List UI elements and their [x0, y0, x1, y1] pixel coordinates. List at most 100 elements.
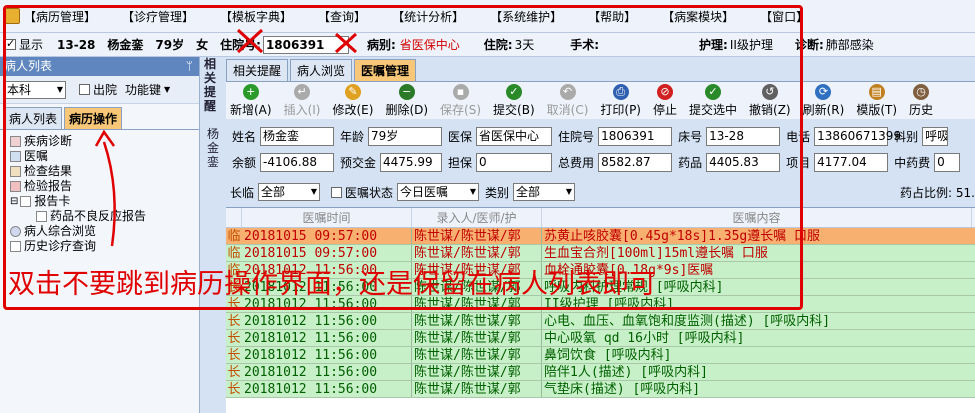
- toolbar-button[interactable]: − 删除(D): [385, 82, 428, 118]
- table-row[interactable]: 长 20181012 11:56:00 陈世谋/陈世谋/郭 气垫床(描述) [呼吸内科…: [226, 381, 975, 398]
- function-key-button[interactable]: 功能键: [125, 81, 161, 98]
- table-cell: 临: [227, 246, 241, 261]
- toolbar-button[interactable]: ✓ 提交选中: [689, 82, 737, 118]
- tab-patient-list[interactable]: 病人列表: [4, 107, 63, 129]
- header-time[interactable]: 医嘱时间: [242, 208, 412, 227]
- long-temp-select[interactable]: 全部: [258, 183, 321, 201]
- tree-item[interactable]: 检验报告: [10, 179, 199, 194]
- toolbar-icon: +: [242, 84, 259, 100]
- toolbar-label: 模版(T): [856, 103, 898, 117]
- tree-item[interactable]: 疾病诊断: [10, 134, 199, 149]
- toolbar-button[interactable]: ◷ 历史: [909, 82, 933, 118]
- discharge-checkbox[interactable]: [79, 84, 90, 95]
- table-row[interactable]: 临 20181012 11:56:00 陈世谋/陈世谋/郭 血栓通胶囊[0.18g*9…: [226, 262, 975, 279]
- table-cell: 呼吸内科护理常规 [呼吸内科]: [544, 280, 724, 295]
- toolbar-icon: ▤: [868, 84, 885, 100]
- balance-field[interactable]: -4106.88: [260, 152, 335, 172]
- order-status-select[interactable]: 今日医嘱: [397, 183, 480, 201]
- tab-reminders[interactable]: 相关提醒: [226, 59, 289, 81]
- tab-patient-browse[interactable]: 病人浏览: [290, 59, 353, 81]
- table-row[interactable]: 临 20181015 09:57:00 陈世谋/陈世谋/郭 苏黄止咳胶囊[0.45g*…: [226, 228, 975, 245]
- filter-label: 类别: [485, 185, 510, 200]
- toolbar-button[interactable]: ⟳ 刷新(R): [803, 82, 844, 118]
- menu-case-module[interactable]: 【病案模块】: [662, 8, 734, 25]
- order-toolbar: + 新增(A) ↵ 插入(I) ✎ 修改(E) − 删除(D) ▪ 保存(S) ✓ 提交(B) ↶ 取消(…: [226, 81, 975, 119]
- collapse-icon[interactable]: ⊟: [10, 194, 18, 209]
- guarantee-field[interactable]: 0: [476, 152, 553, 172]
- menu-help[interactable]: 【帮助】: [588, 8, 636, 25]
- toolbar-button[interactable]: ▪ 保存(S): [440, 82, 481, 118]
- prepayment-field[interactable]: 4475.99: [380, 152, 443, 172]
- toolbar-icon: ✎: [344, 84, 361, 100]
- menu-system[interactable]: 【系统维护】: [490, 8, 562, 25]
- tree-item[interactable]: 历史诊疗查询: [10, 239, 199, 254]
- form-label: 余额: [232, 155, 257, 170]
- drug-cost-field[interactable]: 4405.83: [706, 152, 781, 172]
- toolbar-button[interactable]: ▤ 模版(T): [856, 82, 897, 118]
- insurance-field[interactable]: 省医保中心: [476, 126, 553, 146]
- tree-item[interactable]: 药品不良反应报告: [10, 209, 199, 224]
- toolbar-label: 删除(D): [385, 103, 429, 117]
- toolbar-button[interactable]: ⊘ 停止: [653, 82, 677, 118]
- toolbar-button[interactable]: ✎ 修改(E): [332, 82, 373, 118]
- reminder-side-label[interactable]: 相关提醒: [204, 57, 220, 113]
- table-row[interactable]: 临 20181015 09:57:00 陈世谋/陈世谋/郭 生血宝合剂[100ml]1…: [226, 245, 975, 262]
- toolbar-button[interactable]: ↶ 取消(C): [547, 82, 588, 118]
- header-content[interactable]: 医嘱内容: [542, 208, 972, 227]
- department-field[interactable]: 呼吸: [922, 126, 949, 146]
- toolbar-button[interactable]: ↵ 插入(I): [284, 82, 320, 118]
- nursing-label: 护理:: [699, 38, 728, 52]
- dept-select[interactable]: 本科: [4, 80, 66, 99]
- herb-cost-field[interactable]: 0: [934, 152, 961, 172]
- menu-templates[interactable]: 【模板字典】: [220, 8, 292, 25]
- form-label: 科别: [894, 129, 919, 144]
- menu-query[interactable]: 【查询】: [318, 8, 366, 25]
- inpatient-no-input[interactable]: 1806391: [598, 126, 673, 146]
- inpatient-no-field[interactable]: 1806391: [262, 35, 349, 54]
- table-row[interactable]: 长 20181012 11:56:00 陈世谋/陈世谋/郭 心电、血压、血氧饱和度监测…: [226, 313, 975, 330]
- menu-window[interactable]: 【窗口】: [760, 8, 808, 25]
- tree-item[interactable]: 医嘱: [10, 149, 199, 164]
- form-label: 姓名: [232, 129, 257, 144]
- menu-medical-records[interactable]: 【病历管理】: [24, 8, 96, 25]
- age-field[interactable]: 79岁: [368, 126, 443, 146]
- item-cost-field[interactable]: 4177.04: [814, 152, 889, 172]
- toolbar-button[interactable]: + 新增(A): [230, 82, 272, 118]
- tab-record-operations[interactable]: 病历操作: [64, 107, 123, 129]
- header-person[interactable]: 录入人/医师/护: [412, 208, 542, 227]
- toolbar-button[interactable]: ⎙ 打印(P): [600, 82, 641, 118]
- tab-order-management[interactable]: 医嘱管理: [354, 59, 417, 81]
- filter-checkbox[interactable]: [331, 186, 343, 198]
- bed-field[interactable]: 13-28: [706, 126, 781, 146]
- table-row[interactable]: 长 20181012 11:56:00 陈世谋/陈世谋/郭 中心吸氧 qd 16小时 …: [226, 330, 975, 347]
- toolbar-icon: ↵: [294, 84, 311, 100]
- table-row[interactable]: 长 20181012 11:56:00 陈世谋/陈世谋/郭 II级护理 [呼吸内科]: [226, 296, 975, 313]
- tree-item[interactable]: ⊟ 报告卡: [10, 194, 199, 209]
- table-cell: 20181012 11:56:00: [242, 313, 412, 329]
- toolbar-button[interactable]: ↺ 撤销(Z): [749, 82, 791, 118]
- toolbar-label: 撤销(Z): [749, 103, 791, 117]
- table-row[interactable]: 长 20181012 11:56:00 陈世谋/陈世谋/郭 鼻饲饮食 [呼吸内科]: [226, 347, 975, 364]
- tree-item[interactable]: 病人综合浏览: [10, 224, 199, 239]
- table-row[interactable]: 长 20181012 11:56:00 陈世谋/陈世谋/郭 呼吸内科护理常规 [呼吸内…: [226, 279, 975, 296]
- phone-field[interactable]: 13860671399: [814, 126, 901, 146]
- toolbar-icon: ◷: [913, 84, 930, 100]
- total-cost-field[interactable]: 8582.87: [598, 152, 673, 172]
- category-select[interactable]: 全部: [513, 183, 576, 201]
- browse-icon: [10, 226, 21, 237]
- form-label: 住院号: [558, 129, 595, 144]
- toolbar-button[interactable]: ✓ 提交(B): [493, 82, 535, 118]
- name-field[interactable]: 杨金銮: [260, 126, 335, 146]
- tree-item[interactable]: 检查结果: [10, 164, 199, 179]
- show-checkbox[interactable]: [5, 37, 16, 50]
- exam-icon: [10, 166, 21, 177]
- toolbar-icon: ✓: [505, 84, 522, 100]
- menu-statistics[interactable]: 【统计分析】: [392, 8, 464, 25]
- table-row[interactable]: 长 20181012 11:56:00 陈世谋/陈世谋/郭 陪伴1人(描述) [呼吸内…: [226, 364, 975, 381]
- tree-item-label: 历史诊疗查询: [24, 239, 97, 253]
- toolbar-icon: ⟳: [815, 84, 832, 100]
- diagnosis-icon: [10, 136, 21, 147]
- menu-diagnosis[interactable]: 【诊疗管理】: [122, 8, 194, 25]
- pin-icon[interactable]: ᛘ: [186, 57, 193, 76]
- inpatient-no-label: 住院号:: [220, 38, 261, 52]
